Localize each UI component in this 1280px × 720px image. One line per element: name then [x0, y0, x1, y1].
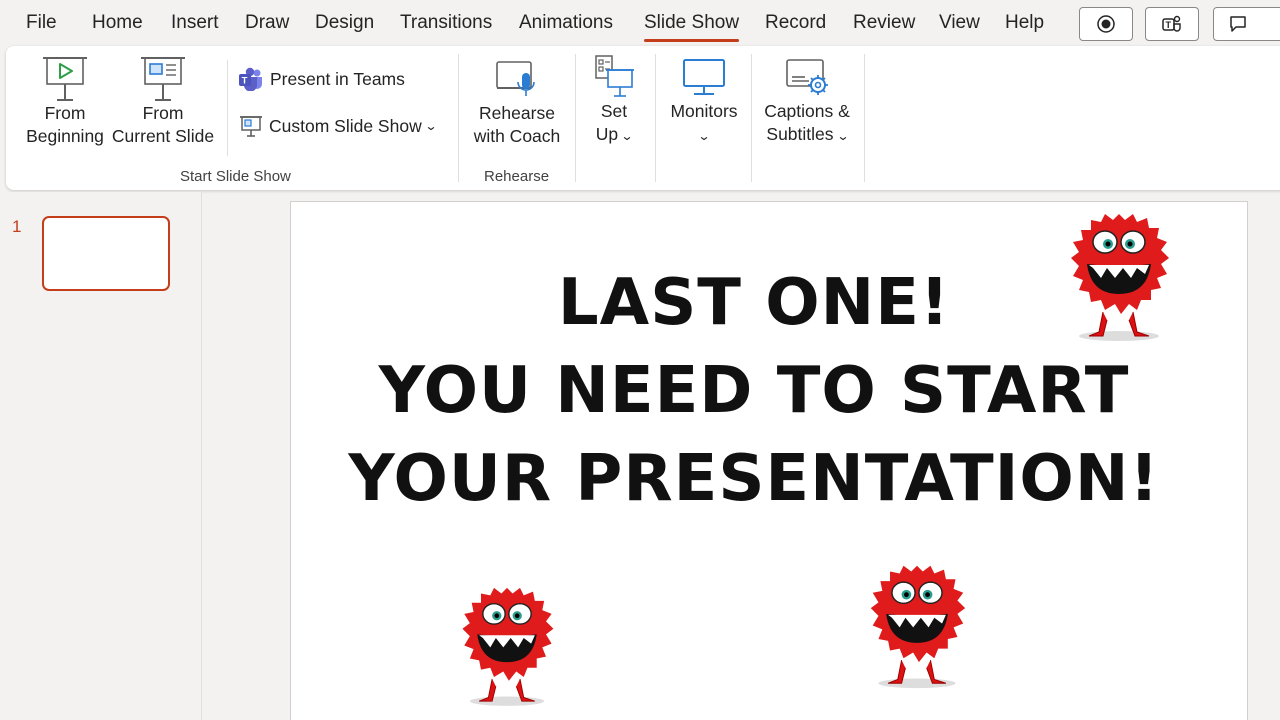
svg-text:T: T: [242, 76, 248, 87]
chevron-down-icon: ⌄: [836, 129, 850, 143]
monitors-label: Monitors: [670, 101, 738, 121]
chevron-down-icon: ⌄: [620, 129, 634, 143]
ribbon-divider: [227, 60, 228, 156]
chevron-down-icon: ⌄: [424, 119, 438, 133]
rehearse-group-label: Rehearse: [484, 168, 550, 185]
rehearse-coach-icon: [496, 61, 535, 96]
set-up-dropdown[interactable]: Set Up ⌄: [588, 54, 640, 148]
set-up-slide-show-icon: [595, 55, 634, 97]
red-monster-image: [870, 565, 966, 689]
tab-draw[interactable]: Draw: [245, 12, 289, 34]
tab-transitions[interactable]: Transitions: [400, 12, 492, 34]
ribbon-divider: [864, 54, 865, 182]
teams-share-button[interactable]: T: [1145, 7, 1199, 41]
from-beginning-label-1: From: [44, 103, 86, 123]
red-monster-image: [1071, 214, 1169, 341]
from-current-label-1: From: [142, 103, 184, 123]
tab-animations[interactable]: Animations: [519, 12, 613, 34]
from-beginning-button[interactable]: From Beginning: [18, 54, 112, 148]
set-up-label-2: Up ⌄: [588, 123, 640, 148]
tab-slide-show[interactable]: Slide Show: [644, 12, 740, 42]
ribbon-panel: From Beginning From Current Slide T Pres…: [6, 46, 1280, 190]
present-in-teams-label: Present in Teams: [270, 68, 405, 89]
teams-icon: T: [1162, 15, 1181, 32]
record-icon: [1097, 15, 1115, 33]
chevron-down-icon: ⌄: [697, 129, 711, 143]
tab-design[interactable]: Design: [315, 12, 374, 34]
slide-text-line-2: YOU NEED TO START: [378, 354, 1130, 428]
record-button[interactable]: [1079, 7, 1133, 41]
rehearse-label-1: Rehearse: [479, 103, 555, 123]
comment-icon: [1230, 16, 1246, 32]
comments-button[interactable]: [1213, 7, 1280, 41]
slide-canvas[interactable]: LAST ONE! YOU NEED TO START YOUR PRESENT…: [290, 201, 1248, 720]
slide-thumbnail[interactable]: [42, 216, 170, 291]
custom-slide-show-icon: [240, 116, 262, 137]
play-from-beginning-icon: [43, 57, 87, 101]
captions-subtitles-dropdown[interactable]: Captions & Subtitles ⌄: [758, 56, 856, 148]
ribbon-divider: [751, 54, 752, 182]
teams-icon: T: [239, 67, 262, 91]
tab-view[interactable]: View: [939, 12, 980, 34]
tab-record[interactable]: Record: [765, 12, 826, 34]
rehearse-label-2: with Coach: [473, 126, 561, 146]
ribbon-divider: [575, 54, 576, 182]
tab-review[interactable]: Review: [853, 12, 915, 34]
slide-number: 1: [12, 217, 22, 236]
set-up-label-1: Set: [600, 101, 628, 121]
captions-label-1: Captions &: [764, 101, 850, 121]
tab-home[interactable]: Home: [92, 12, 143, 34]
tab-insert[interactable]: Insert: [171, 12, 219, 34]
tab-help[interactable]: Help: [1005, 12, 1044, 34]
slide-text-line-3: YOUR PRESENTATION!: [348, 442, 1160, 516]
ribbon-divider: [655, 54, 656, 182]
monitors-dropdown[interactable]: Monitors ⌄: [662, 58, 746, 148]
svg-text:T: T: [1166, 20, 1172, 30]
from-beginning-label-2: Beginning: [26, 126, 104, 146]
from-current-label-2: Current Slide: [111, 126, 215, 146]
tab-file[interactable]: File: [26, 12, 57, 34]
captions-label-2: Subtitles ⌄: [758, 123, 856, 148]
rehearse-with-coach-button[interactable]: Rehearse with Coach: [468, 58, 566, 148]
ribbon-divider: [458, 54, 459, 182]
present-in-teams-button[interactable]: T Present in Teams: [238, 67, 405, 91]
ribbon-tab-bar: File Home Insert Draw Design Transitions…: [0, 0, 1280, 48]
captions-settings-icon: [786, 59, 828, 95]
from-current-slide-button[interactable]: From Current Slide: [110, 54, 216, 148]
monitor-icon: [683, 59, 725, 95]
from-current-slide-icon: [141, 57, 185, 101]
custom-slide-show-label: Custom Slide Show: [269, 115, 422, 136]
custom-slide-show-dropdown[interactable]: Custom Slide Show ⌄: [238, 114, 438, 138]
red-monster-image: [462, 587, 554, 706]
start-slide-show-group-label: Start Slide Show: [180, 168, 291, 185]
